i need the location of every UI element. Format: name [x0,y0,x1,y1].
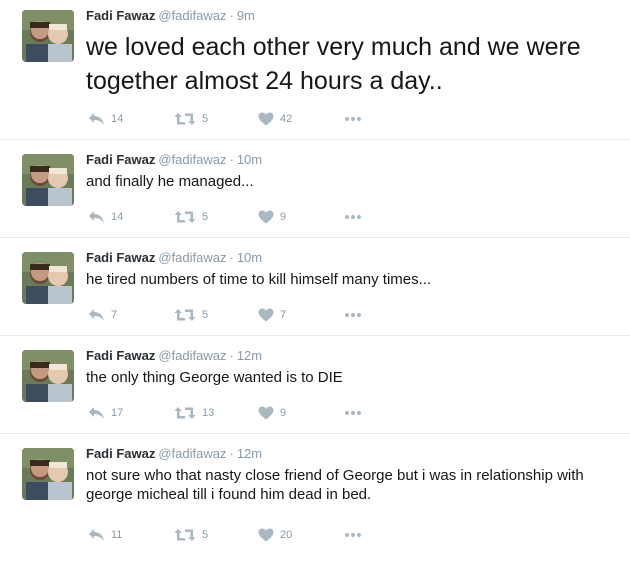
display-name[interactable]: Fadi Fawaz [86,348,155,363]
more-button[interactable] [344,306,362,324]
tweet-text: we loved each other very much and we wer… [86,33,581,95]
timestamp[interactable]: 12m [237,446,262,461]
reply-count: 14 [111,113,124,125]
avatar[interactable] [22,350,74,402]
reply-icon [88,112,105,126]
more-icon [344,410,362,416]
like-count: 9 [280,407,287,419]
separator: · [229,348,234,363]
heart-icon [258,528,274,542]
reply-button[interactable]: 17 [88,404,123,422]
reply-count: 7 [111,309,118,321]
reply-icon [88,210,105,224]
reply-button[interactable]: 7 [88,306,117,324]
display-name[interactable]: Fadi Fawaz [86,446,155,461]
like-count: 42 [280,113,293,125]
heart-icon [258,210,274,224]
more-icon [344,312,362,318]
reply-count: 14 [111,211,124,223]
separator: · [229,446,234,461]
tweet: Fadi Fawaz @fadifawaz · 9m we loved each ot… [0,0,630,140]
like-button[interactable]: 9 [258,404,286,422]
reply-button[interactable]: 14 [88,110,123,128]
timestamp[interactable]: 9m [237,8,255,23]
separator: · [229,8,234,23]
display-name[interactable]: Fadi Fawaz [86,8,155,23]
retweet-button[interactable]: 5 [174,208,208,226]
more-icon [344,532,362,538]
tweet-header: Fadi Fawaz @fadifawaz · 10m [86,250,262,266]
tweet-text: not sure who that nasty close friend of … [86,467,584,503]
tweet: Fadi Fawaz @fadifawaz · 12m not sure who th… [0,434,630,548]
retweet-count: 13 [202,407,215,419]
reply-icon [88,406,105,420]
more-button[interactable] [344,526,362,544]
heart-icon [258,406,274,420]
retweet-icon [174,112,196,126]
like-button[interactable]: 20 [258,526,292,544]
more-button[interactable] [344,404,362,422]
reply-icon [88,528,105,542]
user-handle[interactable]: @fadifawaz [158,8,226,23]
retweet-icon [174,308,196,322]
avatar[interactable] [22,154,74,206]
avatar[interactable] [22,448,74,500]
retweet-count: 5 [202,113,209,125]
retweet-button[interactable]: 5 [174,306,208,324]
timestamp[interactable]: 10m [237,250,262,265]
user-handle[interactable]: @fadifawaz [158,250,226,265]
user-handle[interactable]: @fadifawaz [158,446,226,461]
tweet-text: the only thing George wanted is to DIE [86,369,343,386]
more-button[interactable] [344,110,362,128]
heart-icon [258,112,274,126]
tweet-header: Fadi Fawaz @fadifawaz · 12m [86,446,262,462]
retweet-count: 5 [202,211,209,223]
tweet-header: Fadi Fawaz @fadifawaz · 12m [86,348,262,364]
reply-button[interactable]: 11 [88,526,122,544]
more-icon [344,214,362,220]
like-count: 7 [280,309,287,321]
retweet-button[interactable]: 5 [174,526,208,544]
reply-count: 17 [111,407,124,419]
separator: · [229,250,234,265]
like-count: 20 [280,529,293,541]
separator: · [229,152,234,167]
reply-button[interactable]: 14 [88,208,123,226]
retweet-count: 5 [202,309,209,321]
heart-icon [258,308,274,322]
avatar[interactable] [22,10,74,62]
retweet-icon [174,528,196,542]
like-button[interactable]: 9 [258,208,286,226]
reply-count: 11 [111,529,123,541]
timestamp[interactable]: 12m [237,348,262,363]
more-icon [344,116,362,122]
retweet-button[interactable]: 13 [174,404,214,422]
tweet-text: and finally he managed... [86,173,254,190]
avatar[interactable] [22,252,74,304]
like-button[interactable]: 7 [258,306,286,324]
user-handle[interactable]: @fadifawaz [158,152,226,167]
retweet-icon [174,210,196,224]
tweet-header: Fadi Fawaz @fadifawaz · 9m [86,8,255,24]
retweet-icon [174,406,196,420]
reply-icon [88,308,105,322]
tweet-header: Fadi Fawaz @fadifawaz · 10m [86,152,262,168]
more-button[interactable] [344,208,362,226]
display-name[interactable]: Fadi Fawaz [86,152,155,167]
retweet-count: 5 [202,529,209,541]
timestamp[interactable]: 10m [237,152,262,167]
like-count: 9 [280,211,287,223]
tweet: Fadi Fawaz @fadifawaz · 10m and finally he … [0,140,630,238]
tweet: Fadi Fawaz @fadifawaz · 10m he tired number… [0,238,630,336]
tweet-text: he tired numbers of time to kill himself… [86,271,432,288]
tweet: Fadi Fawaz @fadifawaz · 12m the only thing … [0,336,630,434]
retweet-button[interactable]: 5 [174,110,208,128]
display-name[interactable]: Fadi Fawaz [86,250,155,265]
like-button[interactable]: 42 [258,110,292,128]
user-handle[interactable]: @fadifawaz [158,348,226,363]
